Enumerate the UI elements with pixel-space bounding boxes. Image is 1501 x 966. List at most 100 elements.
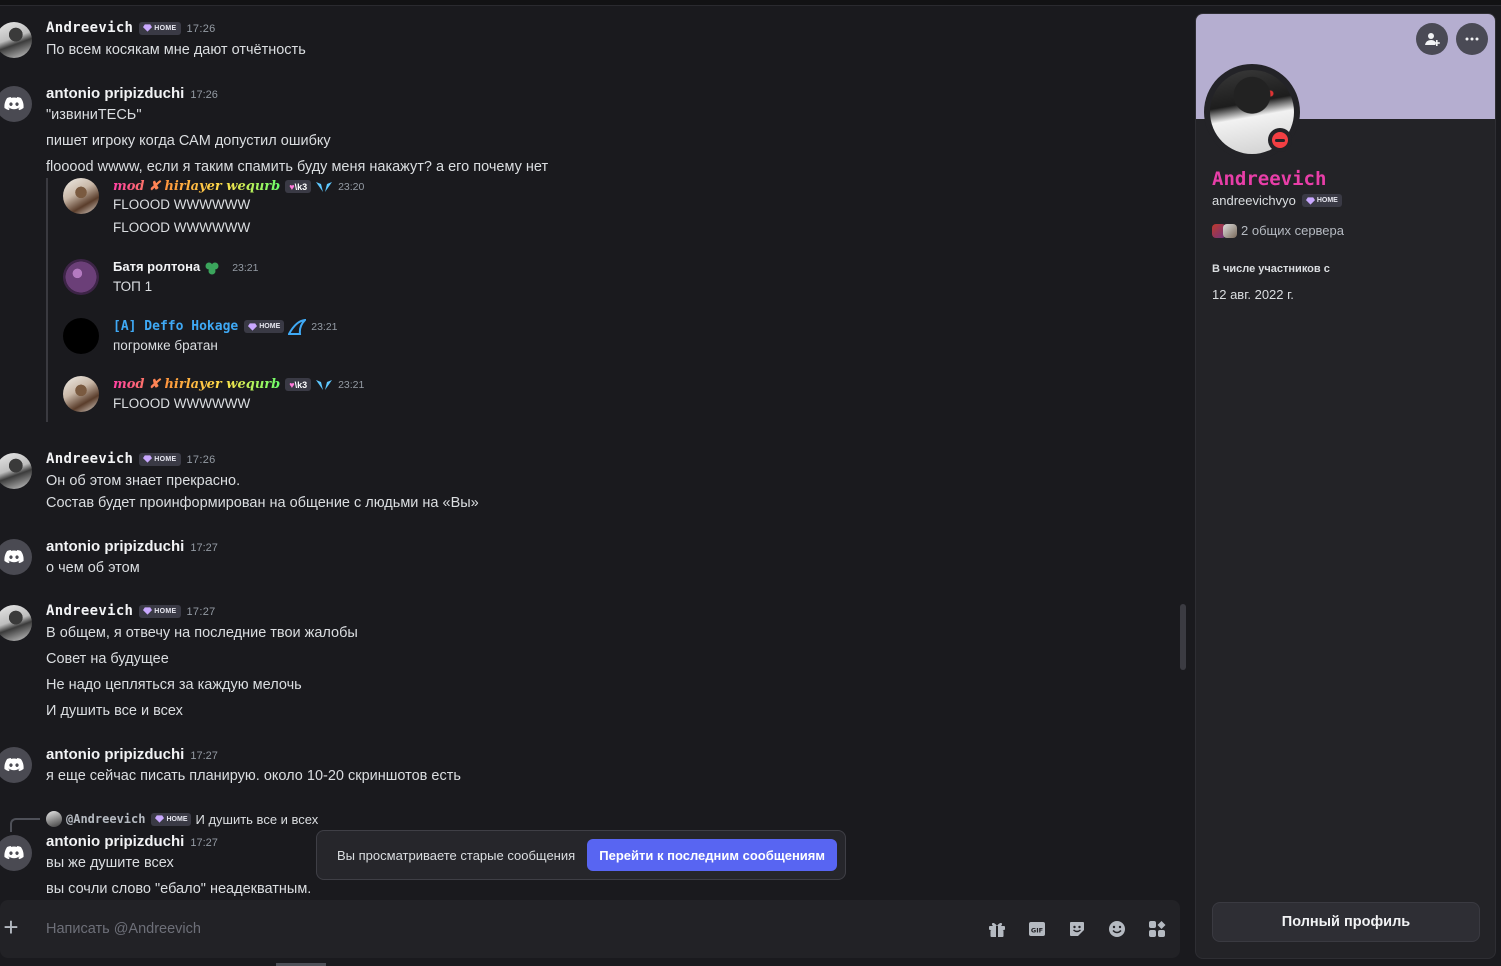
jump-to-present-button[interactable]: Перейти к последним сообщениям <box>587 839 837 871</box>
server-tag[interactable]: HOME <box>1301 194 1342 207</box>
more-button[interactable] <box>1456 23 1488 55</box>
avatar[interactable] <box>63 259 99 295</box>
author-name[interactable]: Andreevich HOME 17:26 <box>46 20 216 36</box>
jump-to-present-bar: Вы просматриваете старые сообщения Перей… <box>316 830 846 880</box>
profile-username-text[interactable]: andreevichvyo <box>1212 193 1296 208</box>
timestamp: 17:26 <box>186 454 216 466</box>
forward-author[interactable]: Батя ролтона 23:21 <box>113 259 258 275</box>
gem-icon <box>1305 196 1315 205</box>
profile-username[interactable]: andreevichvyo HOME <box>1212 193 1342 208</box>
server-tag[interactable]: HOME <box>244 320 285 334</box>
forward-bar <box>46 178 48 422</box>
author-name[interactable]: Andreevich HOME 17:27 <box>46 603 216 619</box>
gem-icon <box>143 455 153 463</box>
avatar[interactable] <box>0 605 32 641</box>
jump-bar-text: Вы просматриваете старые сообщения <box>337 847 576 863</box>
server-tag[interactable]: HOME <box>151 812 192 826</box>
message-text: По всем косякам мне дают отчётность <box>46 42 306 58</box>
message-text: я еще сейчас писать планирую. около 10-2… <box>46 768 461 784</box>
message-text: вы же душите всех <box>46 855 174 871</box>
forward-author-text[interactable]: [A] Deffo Hokage <box>113 319 238 334</box>
message-text: И душить все и всех <box>46 703 183 719</box>
author-name[interactable]: antonio pripizduchi 17:26 <box>46 85 218 102</box>
profile-display-name: Andreevich <box>1212 168 1327 190</box>
discord-icon <box>4 96 24 111</box>
reply-mention[interactable]: @Andreevich <box>66 812 145 826</box>
plus-icon[interactable]: + <box>0 914 22 940</box>
shark-icon <box>288 318 307 335</box>
message-text: "извиниТЕСЬ" <box>46 107 142 123</box>
gif-icon[interactable]: GIF <box>1027 919 1047 939</box>
forward-author[interactable]: mod ✘ hirlayer wequrb ♥ \k3 23:20 <box>113 178 364 194</box>
message-list[interactable]: Andreevich HOME 17:26 По всем косякам мне … <box>0 6 1190 899</box>
reply-preview[interactable]: @Andreevich HOME И душить все и всех <box>46 811 318 827</box>
server-tag[interactable]: ♥ \k3 <box>285 378 312 392</box>
reply-text[interactable]: И душить все и всех <box>195 812 318 827</box>
forward-text: FLOOOD WWWWWW <box>113 396 251 411</box>
forward-author-text[interactable]: mod ✘ hirlayer wequrb <box>113 377 280 392</box>
wing-icon <box>316 181 333 192</box>
author-name-text[interactable]: Andreevich <box>46 603 133 619</box>
message-text: о чем об этом <box>46 560 140 576</box>
avatar[interactable] <box>63 178 99 214</box>
message-text: Совет на будущее <box>46 651 169 667</box>
avatar[interactable] <box>0 835 32 871</box>
author-name-text[interactable]: Andreevich <box>46 20 133 36</box>
gem-icon <box>143 24 153 32</box>
server-tag[interactable]: HOME <box>139 21 181 35</box>
timestamp: 23:20 <box>338 181 365 193</box>
author-name-text[interactable]: antonio pripizduchi <box>46 746 184 763</box>
forward-author-text[interactable]: Батя ролтона <box>113 259 200 274</box>
timestamp: 17:27 <box>190 750 218 762</box>
message-text: вы сочли слово "ебало" неадекватным. <box>46 881 312 897</box>
sticker-icon[interactable] <box>1067 919 1087 939</box>
gem-icon <box>155 815 165 823</box>
avatar[interactable] <box>63 376 99 412</box>
message-text: пишет игроку когда САМ допустил ошибку <box>46 133 331 149</box>
avatar[interactable] <box>0 539 32 575</box>
server-tag-text: HOME <box>1316 197 1338 204</box>
server-tag[interactable]: HOME <box>139 452 181 466</box>
forward-text: FLOOOD WWWWWW <box>113 197 251 212</box>
message-text: В общем, я отвечу на последние твои жало… <box>46 625 358 641</box>
author-name[interactable]: Andreevich HOME 17:26 <box>46 451 216 467</box>
author-name-text[interactable]: Andreevich <box>46 451 133 467</box>
profile-panel: Andreevich andreevichvyo HOME 2 общих се… <box>1195 13 1496 959</box>
emoji-icon[interactable] <box>1107 919 1127 939</box>
forward-text: погромке братан <box>113 338 218 353</box>
add-friend-button[interactable] <box>1416 23 1448 55</box>
reply-avatar <box>46 811 62 827</box>
author-name-text[interactable]: antonio pripizduchi <box>46 85 184 102</box>
mutual-servers-text[interactable]: 2 общих сервера <box>1241 223 1344 238</box>
timestamp: 23:21 <box>338 379 365 391</box>
full-profile-button[interactable]: Полный профиль <box>1212 902 1480 942</box>
server-tag[interactable]: ♥ \k3 <box>285 180 312 194</box>
author-name-text[interactable]: antonio pripizduchi <box>46 538 184 555</box>
forward-author[interactable]: [A] Deffo Hokage HOME 23:21 <box>113 318 338 335</box>
server-tag-text: HOME <box>166 815 188 823</box>
timestamp: 23:21 <box>232 262 259 274</box>
forward-author[interactable]: mod ✘ hirlayer wequrb ♥ \k3 23:21 <box>113 376 364 392</box>
avatar[interactable] <box>0 86 32 122</box>
server-tag[interactable]: HOME <box>139 604 181 618</box>
avatar[interactable] <box>0 453 32 489</box>
server-icon <box>1223 223 1237 238</box>
author-name[interactable]: antonio pripizduchi 17:27 <box>46 538 218 555</box>
avatar[interactable] <box>63 318 99 354</box>
apps-icon[interactable] <box>1147 919 1167 939</box>
avatar[interactable] <box>0 22 32 58</box>
author-name[interactable]: antonio pripizduchi 17:27 <box>46 746 218 763</box>
more-icon <box>1465 37 1479 41</box>
forward-text: ТОП 1 <box>113 279 153 294</box>
gift-icon[interactable] <box>987 919 1007 939</box>
add-friend-icon <box>1425 33 1440 46</box>
scrollbar-thumb[interactable] <box>1180 604 1186 670</box>
message-text: flooood wwww, если я таким спамить буду … <box>46 159 549 175</box>
author-name[interactable]: antonio pripizduchi 17:27 <box>46 833 218 850</box>
forward-author-text[interactable]: mod ✘ hirlayer wequrb <box>113 179 280 194</box>
member-since-label: В числе участников с <box>1212 263 1330 275</box>
avatar[interactable] <box>0 747 32 783</box>
message-input[interactable] <box>46 918 946 940</box>
author-name-text[interactable]: antonio pripizduchi <box>46 833 184 850</box>
mutual-servers[interactable]: 2 общих сервера <box>1212 223 1344 238</box>
